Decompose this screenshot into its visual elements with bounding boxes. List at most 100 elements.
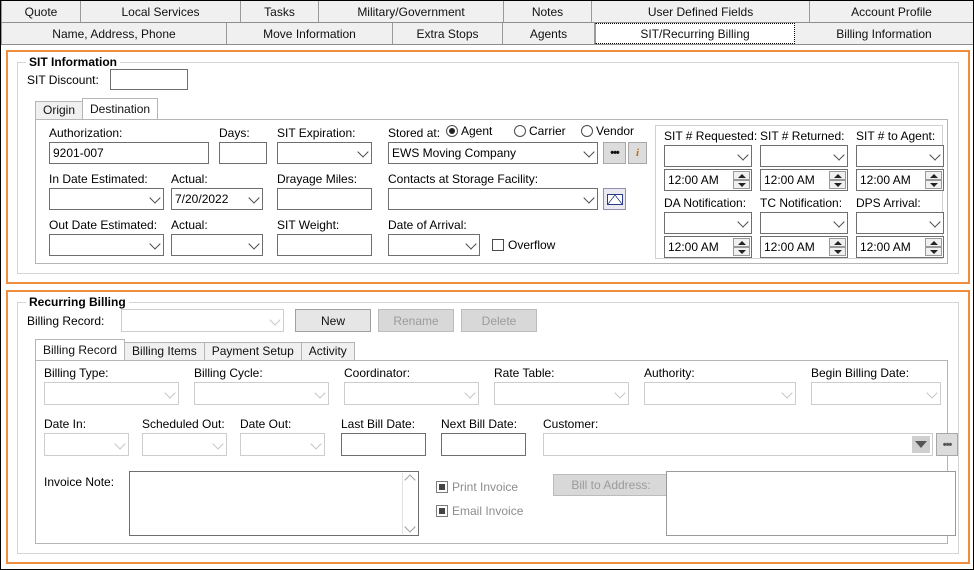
- stored-at-vendor-radio[interactable]: Vendor: [581, 124, 634, 138]
- days-input[interactable]: [219, 142, 267, 164]
- stored-at-agent-radio[interactable]: Agent: [446, 124, 492, 138]
- spinner-buttons[interactable]: [925, 238, 942, 256]
- stored-at-carrier-radio[interactable]: Carrier: [514, 124, 566, 138]
- stored-at-info-button[interactable]: i: [628, 142, 647, 164]
- sit-tab-destination[interactable]: Destination: [82, 98, 159, 119]
- dps-arrival-combo[interactable]: [856, 212, 944, 234]
- tab-notes[interactable]: Notes: [504, 1, 592, 22]
- tab-account-profile[interactable]: Account Profile: [810, 1, 973, 22]
- authorization-input[interactable]: 9201-007: [49, 142, 209, 164]
- stored-at-browse-button[interactable]: •••: [603, 142, 626, 164]
- sit-requested-time-spinner[interactable]: 12:00 AM: [664, 169, 752, 191]
- date-of-arrival-combo[interactable]: [388, 234, 480, 256]
- bill-to-address-button[interactable]: Bill to Address:: [553, 474, 669, 496]
- spinner-up-icon[interactable]: [829, 238, 846, 247]
- tab-billing-information[interactable]: Billing Information: [795, 23, 973, 44]
- date-in-combo[interactable]: [44, 433, 129, 456]
- tab-user-defined-fields[interactable]: User Defined Fields: [592, 1, 810, 22]
- sit-tab-origin[interactable]: Origin: [35, 101, 84, 119]
- sit-to-agent-time-spinner[interactable]: 12:00 AM: [856, 169, 944, 191]
- authority-combo[interactable]: [644, 382, 796, 405]
- billing-type-label: Billing Type:: [44, 366, 109, 380]
- billing-type-combo[interactable]: [44, 382, 179, 405]
- last-bill-date-input[interactable]: [341, 433, 426, 456]
- contacts-at-storage-facility-combo[interactable]: [388, 188, 598, 210]
- in-date-estimated-combo[interactable]: [49, 188, 164, 210]
- tab-name-address-phone[interactable]: Name, Address, Phone: [1, 23, 227, 44]
- delete-button[interactable]: Delete: [461, 309, 537, 332]
- spinner-buttons[interactable]: [829, 171, 846, 189]
- contacts-email-button[interactable]: [603, 188, 626, 210]
- sit-requested-combo[interactable]: [664, 145, 752, 167]
- scroll-up-icon[interactable]: [404, 474, 416, 486]
- billing-tab-activity[interactable]: Activity: [300, 342, 355, 360]
- spinner-down-icon[interactable]: [925, 180, 942, 189]
- billing-tab-billing-record[interactable]: Billing Record: [35, 339, 126, 360]
- email-invoice-checkbox[interactable]: Email Invoice: [436, 504, 523, 518]
- new-button[interactable]: New: [295, 309, 371, 332]
- invoice-note-scrollbar[interactable]: [402, 473, 417, 534]
- spinner-down-icon[interactable]: [925, 247, 942, 256]
- spinner-down-icon[interactable]: [829, 247, 846, 256]
- out-date-estimated-combo[interactable]: [49, 234, 164, 256]
- sit-expiration-combo[interactable]: [277, 142, 372, 164]
- spinner-down-icon[interactable]: [733, 180, 750, 189]
- stored-at-combo[interactable]: EWS Moving Company: [388, 142, 598, 164]
- spinner-buttons[interactable]: [925, 171, 942, 189]
- tab-sit-recurring-billing[interactable]: SIT/Recurring Billing: [595, 23, 795, 44]
- out-date-actual-combo[interactable]: [171, 234, 263, 256]
- next-bill-date-input[interactable]: [441, 433, 526, 456]
- coordinator-combo[interactable]: [344, 382, 479, 405]
- tc-notification-combo[interactable]: [760, 212, 848, 234]
- spinner-up-icon[interactable]: [925, 238, 942, 247]
- da-notification-time-spinner[interactable]: 12:00 AM: [664, 236, 752, 258]
- begin-billing-date-combo[interactable]: [811, 382, 941, 405]
- tab-local-services[interactable]: Local Services: [81, 1, 241, 22]
- tc-notification-time-spinner[interactable]: 12:00 AM: [760, 236, 848, 258]
- scheduled-out-combo[interactable]: [142, 433, 227, 456]
- spinner-up-icon[interactable]: [733, 238, 750, 247]
- rate-table-combo[interactable]: [494, 382, 629, 405]
- tab-agents[interactable]: Agents: [503, 23, 595, 44]
- billing-record-combo[interactable]: [121, 309, 284, 332]
- overflow-checkbox[interactable]: Overflow: [492, 238, 555, 252]
- tab-extra-stops[interactable]: Extra Stops: [393, 23, 503, 44]
- tab-label: Billing Information: [836, 26, 932, 41]
- rename-button[interactable]: Rename: [378, 309, 454, 332]
- bill-to-address-value[interactable]: [666, 471, 956, 536]
- in-date-actual-combo[interactable]: 7/20/2022: [171, 188, 263, 210]
- sit-returned-combo[interactable]: [760, 145, 848, 167]
- billing-tab-payment-setup[interactable]: Payment Setup: [203, 342, 302, 360]
- sit-returned-time-spinner[interactable]: 12:00 AM: [760, 169, 848, 191]
- coordinator-label: Coordinator:: [344, 366, 411, 380]
- spinner-buttons[interactable]: [733, 171, 750, 189]
- tab-military-government[interactable]: Military/Government: [319, 1, 504, 22]
- billing-cycle-combo[interactable]: [194, 382, 329, 405]
- sit-discount-input[interactable]: [110, 69, 188, 90]
- billing-tabs: Billing Record Billing Items Payment Set…: [35, 339, 355, 360]
- drayage-miles-input[interactable]: [277, 188, 372, 210]
- spinner-buttons[interactable]: [829, 238, 846, 256]
- spinner-up-icon[interactable]: [829, 171, 846, 180]
- dropdown-arrow-icon[interactable]: [911, 435, 931, 454]
- customer-label: Customer:: [543, 417, 599, 431]
- spinner-buttons[interactable]: [733, 238, 750, 256]
- spinner-down-icon[interactable]: [733, 247, 750, 256]
- print-invoice-checkbox[interactable]: Print Invoice: [436, 480, 518, 494]
- sit-weight-input[interactable]: [277, 234, 372, 256]
- scroll-down-icon[interactable]: [404, 521, 416, 533]
- spinner-down-icon[interactable]: [829, 180, 846, 189]
- sit-to-agent-combo[interactable]: [856, 145, 944, 167]
- da-notification-combo[interactable]: [664, 212, 752, 234]
- billing-tab-billing-items[interactable]: Billing Items: [124, 342, 205, 360]
- tab-tasks[interactable]: Tasks: [241, 1, 319, 22]
- date-out-combo[interactable]: [240, 433, 325, 456]
- tab-quote[interactable]: Quote: [1, 1, 81, 22]
- dps-arrival-time-spinner[interactable]: 12:00 AM: [856, 236, 944, 258]
- customer-browse-button[interactable]: •••: [936, 433, 958, 456]
- tab-move-information[interactable]: Move Information: [227, 23, 393, 44]
- invoice-note-textarea[interactable]: [129, 471, 419, 536]
- spinner-up-icon[interactable]: [925, 171, 942, 180]
- customer-combo[interactable]: [543, 433, 933, 456]
- spinner-up-icon[interactable]: [733, 171, 750, 180]
